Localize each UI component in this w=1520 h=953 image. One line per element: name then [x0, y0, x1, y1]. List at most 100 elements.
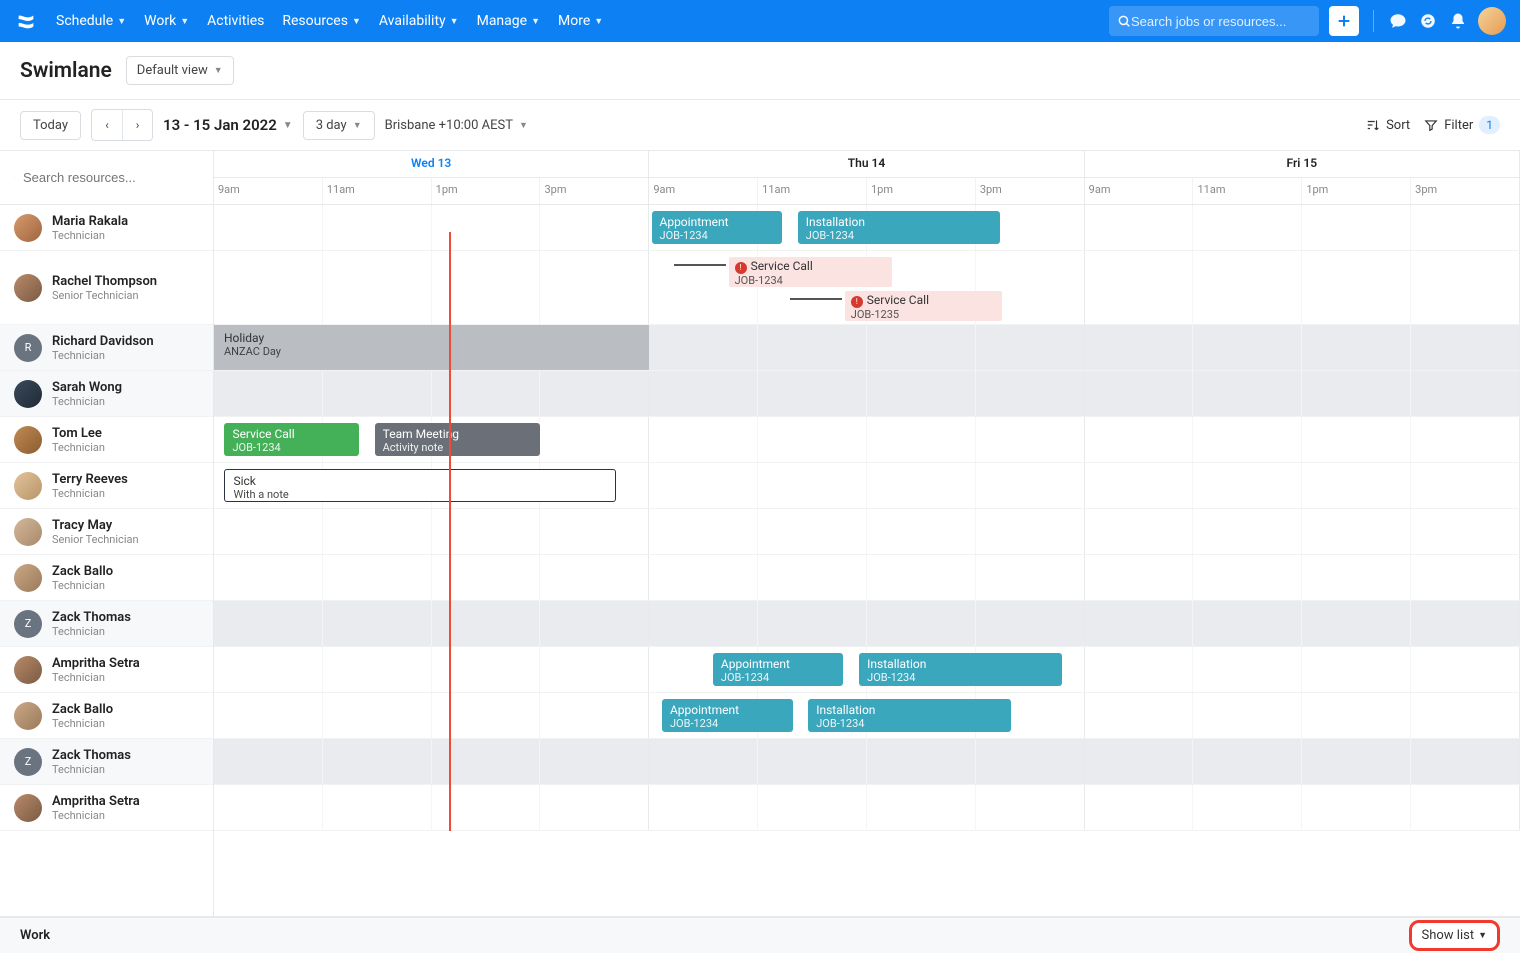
swimlane-container: Maria Rakala Technician Rachel Thompson … [0, 151, 1520, 917]
date-nav: ‹ › [91, 109, 153, 141]
resource-row[interactable]: Maria Rakala Technician [0, 205, 213, 251]
hour-label: 3pm [1411, 178, 1519, 204]
schedule-row[interactable] [214, 371, 1520, 417]
resource-row[interactable]: Zack Ballo Technician [0, 693, 213, 739]
range-mode-selector[interactable]: 3 day ▼ [303, 111, 375, 140]
resource-name: Tracy May [52, 518, 139, 533]
job-card[interactable]: AppointmentJOB-1234 [713, 653, 844, 686]
chat-icon[interactable] [1388, 11, 1408, 31]
create-button[interactable] [1329, 6, 1359, 36]
alert-icon: ! [851, 296, 863, 308]
next-button[interactable]: › [122, 110, 152, 140]
timezone-selector[interactable]: Brisbane +10:00 AEST ▼ [385, 118, 528, 133]
job-card[interactable]: InstallationJOB-1234 [798, 211, 1000, 244]
resource-row[interactable]: Rachel Thompson Senior Technician [0, 251, 213, 325]
resource-row[interactable]: Tom Lee Technician [0, 417, 213, 463]
resource-role: Technician [52, 395, 122, 408]
schedule-row[interactable]: AppointmentJOB-1234 InstallationJOB-1234 [214, 647, 1520, 693]
app-logo[interactable] [14, 9, 38, 33]
chevron-down-icon: ▼ [180, 16, 189, 27]
job-card[interactable]: !Service CallJOB-1234 [729, 257, 892, 287]
schedule-row[interactable]: AppointmentJOB-1234 InstallationJOB-1234 [214, 693, 1520, 739]
schedule-row[interactable]: Service CallJOB-1234 Team MeetingActivity… [214, 417, 1520, 463]
resource-row[interactable]: Z Zack Thomas Technician [0, 739, 213, 785]
avatar [14, 794, 42, 822]
schedule-row[interactable]: SickWith a note [214, 463, 1520, 509]
day-header[interactable]: Fri 15 [1085, 151, 1520, 177]
schedule-row[interactable]: HolidayANZAC Day [214, 325, 1520, 371]
today-button[interactable]: Today [20, 111, 81, 140]
resource-name: Richard Davidson [52, 334, 154, 349]
schedule-row[interactable] [214, 509, 1520, 555]
nav-item-availability[interactable]: Availability▼ [379, 13, 459, 29]
job-card[interactable]: Team MeetingActivity note [375, 423, 541, 456]
show-list-button[interactable]: Show list ▼ [1409, 920, 1501, 951]
resource-name: Maria Rakala [52, 214, 128, 229]
job-card[interactable]: InstallationJOB-1234 [859, 653, 1061, 686]
date-range-picker[interactable]: 13 - 15 Jan 2022 ▼ [163, 116, 293, 134]
schedule-row[interactable]: AppointmentJOB-1234 InstallationJOB-1234 [214, 205, 1520, 251]
nav-item-resources[interactable]: Resources▼ [282, 13, 361, 29]
schedule-row[interactable] [214, 785, 1520, 831]
nav-item-schedule[interactable]: Schedule▼ [56, 13, 126, 29]
nav-item-manage[interactable]: Manage▼ [477, 13, 540, 29]
resource-name: Zack Thomas [52, 748, 131, 763]
job-card[interactable]: AppointmentJOB-1234 [662, 699, 793, 732]
job-card[interactable]: !Service CallJOB-1235 [845, 291, 1002, 321]
filter-button[interactable]: Filter 1 [1424, 116, 1500, 134]
profile-avatar[interactable] [1478, 7, 1506, 35]
resource-row[interactable]: Sarah Wong Technician [0, 371, 213, 417]
schedule-row[interactable] [214, 601, 1520, 647]
search-icon [14, 170, 15, 185]
nav-item-work[interactable]: Work▼ [144, 13, 189, 29]
hour-label: 9am [214, 178, 323, 204]
schedule-row[interactable] [214, 555, 1520, 601]
resource-row[interactable]: Tracy May Senior Technician [0, 509, 213, 555]
resource-row[interactable]: Ampritha Setra Technician [0, 785, 213, 831]
resource-role: Senior Technician [52, 289, 157, 302]
job-card[interactable]: InstallationJOB-1234 [808, 699, 1010, 732]
sort-button[interactable]: Sort [1366, 118, 1410, 133]
sync-icon[interactable] [1418, 11, 1438, 31]
chevron-down-icon: ▼ [519, 120, 528, 131]
resource-name: Sarah Wong [52, 380, 122, 395]
resource-name: Rachel Thompson [52, 274, 157, 289]
resource-row[interactable]: Zack Ballo Technician [0, 555, 213, 601]
schedule-row[interactable] [214, 739, 1520, 785]
job-card[interactable]: Service CallJOB-1234 [224, 423, 359, 456]
chevron-down-icon: ▼ [214, 65, 223, 76]
alert-icon: ! [735, 262, 747, 274]
resource-name: Zack Ballo [52, 702, 113, 717]
global-search[interactable] [1109, 6, 1319, 36]
resource-role: Technician [52, 349, 154, 362]
schedule-grid[interactable]: Wed 13Thu 14Fri 15 9am11am1pm3pm9am11am1… [214, 151, 1520, 916]
global-search-input[interactable] [1131, 14, 1311, 29]
resource-panel: Maria Rakala Technician Rachel Thompson … [0, 151, 214, 916]
hour-label: 1pm [432, 178, 541, 204]
hour-label: 11am [758, 178, 867, 204]
main-nav: Schedule▼ Work▼ Activities Resources▼ Availa… [56, 13, 603, 29]
bell-icon[interactable] [1448, 11, 1468, 31]
job-card[interactable]: AppointmentJOB-1234 [652, 211, 783, 244]
job-card[interactable]: SickWith a note [224, 469, 616, 502]
resource-row[interactable]: Ampritha Setra Technician [0, 647, 213, 693]
resource-role: Technician [52, 441, 105, 454]
day-header[interactable]: Thu 14 [649, 151, 1084, 177]
avatar [14, 518, 42, 546]
nav-item-activities[interactable]: Activities [207, 13, 264, 29]
resource-row[interactable]: R Richard Davidson Technician [0, 325, 213, 371]
current-time-indicator [449, 232, 451, 831]
resource-row[interactable]: Z Zack Thomas Technician [0, 601, 213, 647]
avatar [14, 656, 42, 684]
nav-item-more[interactable]: More▼ [558, 13, 603, 29]
day-header[interactable]: Wed 13 [214, 151, 649, 177]
hour-label: 1pm [1302, 178, 1411, 204]
job-card[interactable]: HolidayANZAC Day [214, 325, 649, 370]
view-selector[interactable]: Default view ▼ [126, 56, 234, 85]
schedule-row[interactable]: !Service CallJOB-1234 !Service CallJOB-12… [214, 251, 1520, 325]
resource-row[interactable]: Terry Reeves Technician [0, 463, 213, 509]
resource-name: Ampritha Setra [52, 656, 140, 671]
prev-button[interactable]: ‹ [92, 110, 122, 140]
resource-search-input[interactable] [23, 170, 199, 185]
resource-name: Zack Thomas [52, 610, 131, 625]
